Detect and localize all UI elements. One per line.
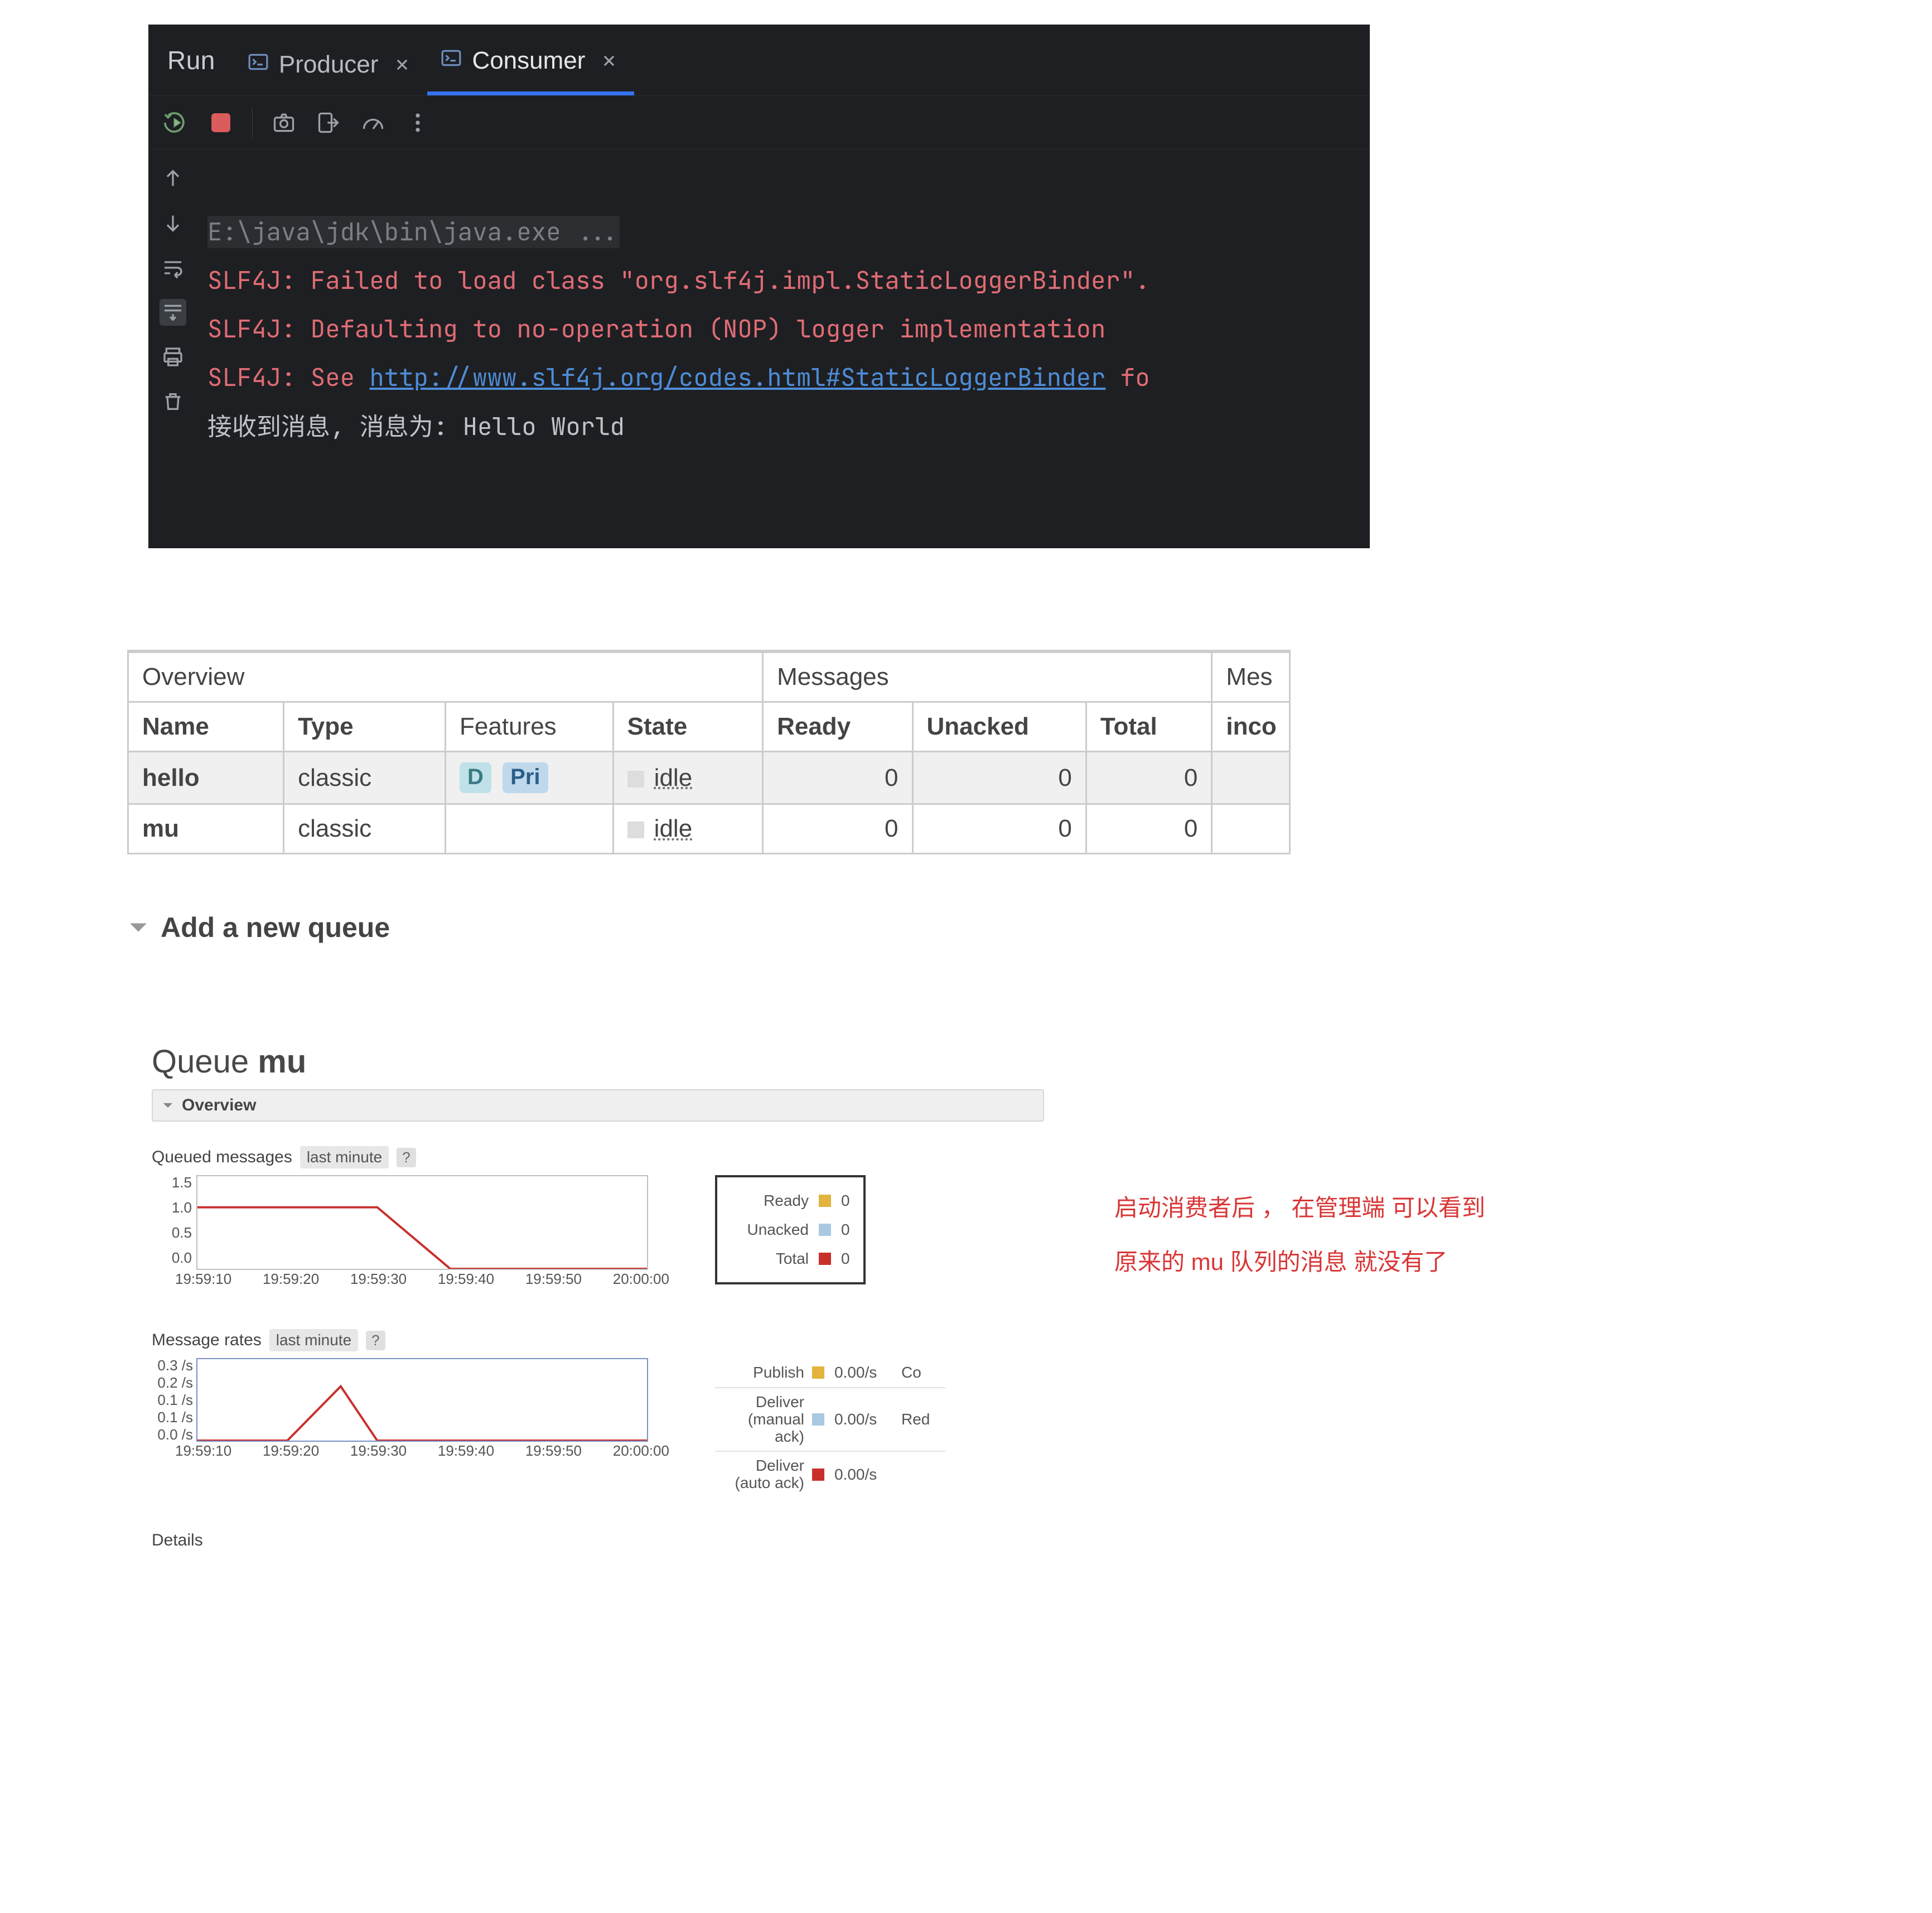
close-icon[interactable] (601, 52, 617, 69)
separator (252, 108, 253, 138)
col-name[interactable]: Name (128, 702, 284, 752)
cell-features (446, 804, 614, 854)
rerun-button[interactable] (163, 109, 190, 136)
range-pill[interactable]: last minute (300, 1146, 389, 1168)
cell-total: 0 (1086, 804, 1211, 854)
cell-features: D Pri (446, 752, 614, 804)
add-queue-toggle[interactable]: Add a new queue (127, 911, 390, 944)
tab-label: Producer (279, 51, 379, 79)
run-label: Run (148, 45, 234, 95)
queue-detail: Queue mu Overview Queued messages last m… (152, 1043, 1044, 1550)
cell-name[interactable]: hello (128, 752, 284, 804)
cell-ready: 0 (763, 804, 912, 854)
range-pill[interactable]: last minute (269, 1329, 358, 1351)
message-rates-chart: 0.3 /s 0.2 /s 0.1 /s 0.1 /s 0.0 /s 19:59… (152, 1358, 648, 1442)
tab-label: Consumer (472, 47, 585, 75)
col-total[interactable]: Total (1086, 702, 1211, 752)
tab-producer[interactable]: Producer (234, 35, 428, 95)
swatch-icon (812, 1366, 824, 1379)
cell-unacked: 0 (912, 804, 1086, 854)
print-icon[interactable] (160, 344, 186, 370)
cell-state: idle (613, 804, 762, 854)
page-title: Queue mu (152, 1043, 1044, 1080)
cell-incoming (1212, 804, 1290, 854)
console-line: SLF4J: Defaulting to no-operation (NOP) … (207, 313, 1105, 345)
add-queue-label: Add a new queue (161, 911, 390, 944)
stop-button[interactable] (207, 109, 234, 136)
queues-table: Overview Messages Mes Name Type Features… (127, 651, 1291, 854)
cell-total: 0 (1086, 752, 1211, 804)
table-row[interactable]: hello classic D Pri idle 0 0 0 (128, 752, 1290, 804)
cell-ready: 0 (763, 752, 912, 804)
console-line: SLF4J: See http://www.slf4j.org/codes.ht… (207, 361, 1150, 394)
exit-icon[interactable] (315, 109, 342, 136)
badge-priority: Pri (503, 762, 548, 793)
x-axis: 19:59:10 19:59:20 19:59:30 19:59:40 19:5… (175, 1442, 669, 1460)
cell-type: classic (284, 752, 446, 804)
col-ready[interactable]: Ready (763, 702, 912, 752)
camera-icon[interactable] (271, 109, 297, 136)
arrow-up-icon[interactable] (160, 165, 186, 192)
tab-consumer[interactable]: Consumer (427, 31, 634, 95)
y-axis: 1.5 1.0 0.5 0.0 (154, 1174, 192, 1267)
col-state[interactable]: State (613, 702, 762, 752)
ide-side-toolbar (148, 149, 197, 500)
state-dot-icon (627, 822, 644, 838)
annotation-text: 启动消费者后 ， 在管理端 可以看到 原来的 mu 队列的消息 就没有了 (1114, 1181, 1485, 1289)
chevron-down-icon (162, 1099, 174, 1112)
help-icon[interactable]: ? (397, 1148, 416, 1167)
ide-tabbar: Run Producer Consumer (148, 25, 1370, 96)
arrow-down-icon[interactable] (160, 210, 186, 236)
trash-icon[interactable] (160, 388, 186, 415)
y-axis: 0.3 /s 0.2 /s 0.1 /s 0.1 /s 0.0 /s (149, 1357, 193, 1438)
console-line: SLF4J: Failed to load class "org.slf4j.i… (207, 264, 1150, 297)
col-group-messages-trunc: Mes (1212, 653, 1290, 702)
ide-toolbar (148, 96, 1370, 149)
cell-name[interactable]: mu (128, 804, 284, 854)
more-icon[interactable] (404, 109, 431, 136)
queued-messages-header: Queued messages last minute ? (152, 1146, 1044, 1168)
scroll-to-end-icon[interactable] (160, 299, 186, 326)
table-row[interactable]: mu classic idle 0 0 0 (128, 804, 1290, 854)
ide-run-panel: Run Producer Consumer (148, 25, 1370, 548)
queues-table-wrap: Overview Messages Mes Name Type Features… (127, 650, 1291, 854)
console-line: E:\java\jdk\bin\java.exe ... (207, 216, 620, 248)
swatch-icon (812, 1413, 824, 1426)
col-group-overview: Overview (128, 653, 763, 702)
terminal-icon (441, 47, 462, 75)
console-output[interactable]: E:\java\jdk\bin\java.exe ... SLF4J: Fail… (197, 149, 1370, 500)
cell-state: idle (613, 752, 762, 804)
swatch-icon (819, 1224, 831, 1236)
queued-messages-chart: 1.5 1.0 0.5 0.0 19:59:10 19:59:20 19:59:… (152, 1175, 648, 1270)
swatch-icon (819, 1253, 831, 1265)
slf4j-link[interactable]: http://www.slf4j.org/codes.html#StaticLo… (369, 361, 1105, 394)
badge-durable: D (460, 762, 491, 793)
details-header[interactable]: Details (152, 1531, 1044, 1550)
col-group-messages: Messages (763, 653, 1212, 702)
swatch-icon (812, 1468, 824, 1481)
terminal-icon (248, 51, 269, 79)
help-icon[interactable]: ? (366, 1331, 385, 1350)
queued-messages-legend: Ready0 Unacked0 Total0 (715, 1175, 866, 1284)
state-dot-icon (627, 771, 644, 788)
overview-toggle[interactable]: Overview (152, 1089, 1044, 1122)
chevron-down-icon (127, 916, 149, 939)
col-incoming[interactable]: inco (1212, 702, 1290, 752)
cell-type: classic (284, 804, 446, 854)
soft-wrap-icon[interactable] (160, 254, 186, 281)
message-rates-header: Message rates last minute ? (152, 1329, 1044, 1351)
cell-unacked: 0 (912, 752, 1086, 804)
message-rates-legend: Publish0.00/sCo Deliver (manual ack)0.00… (715, 1358, 946, 1497)
col-features[interactable]: Features (446, 702, 614, 752)
console-line: 接收到消息, 消息为: Hello World (207, 410, 625, 443)
col-type[interactable]: Type (284, 702, 446, 752)
col-unacked[interactable]: Unacked (912, 702, 1086, 752)
x-axis: 19:59:10 19:59:20 19:59:30 19:59:40 19:5… (175, 1270, 669, 1288)
close-icon[interactable] (394, 56, 410, 73)
cell-incoming (1212, 752, 1290, 804)
gauge-icon[interactable] (360, 109, 387, 136)
swatch-icon (819, 1195, 831, 1207)
